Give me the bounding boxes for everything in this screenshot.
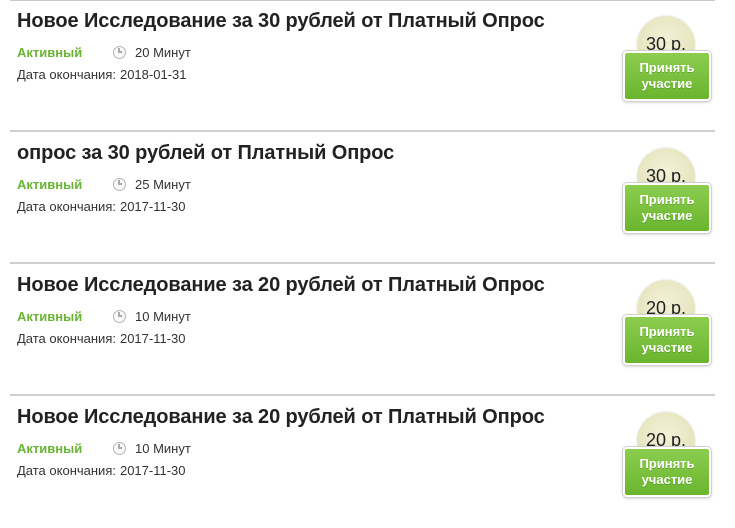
end-date: Дата окончания: 2017-11-30 [17, 463, 186, 478]
join-button-label-line1: Принять [639, 192, 695, 207]
status-badge: Активный [17, 308, 83, 324]
survey-item: Новое Исследование за 20 рублей от Платн… [10, 396, 715, 528]
end-date: Дата окончания: 2017-11-30 [17, 331, 186, 346]
end-date: Дата окончания: 2018-01-31 [17, 67, 186, 82]
survey-duration: 10 Минут [135, 440, 191, 456]
clock-icon [113, 309, 126, 323]
end-date-label: Дата окончания: [17, 331, 116, 346]
survey-item: Новое Исследование за 30 рублей от Платн… [10, 0, 715, 132]
survey-duration: 25 Минут [135, 176, 191, 192]
end-date-value: 2018-01-31 [119, 67, 187, 82]
survey-meta: Активный 25 Минут [17, 176, 191, 192]
survey-duration: 20 Минут [135, 44, 191, 60]
end-date: Дата окончания: 2017-11-30 [17, 199, 186, 214]
survey-duration: 10 Минут [135, 308, 191, 324]
join-button-label-line1: Принять [639, 324, 695, 339]
end-date-value: 2017-11-30 [119, 331, 186, 346]
end-date-label: Дата окончания: [17, 67, 116, 82]
end-date-label: Дата окончания: [17, 199, 116, 214]
survey-meta: Активный 10 Минут [17, 440, 191, 456]
survey-title[interactable]: Новое Исследование за 20 рублей от Платн… [17, 274, 545, 297]
end-date-value: 2017-11-30 [119, 199, 186, 214]
join-survey-button[interactable]: Принять участие [623, 51, 711, 101]
survey-item: Новое Исследование за 20 рублей от Платн… [10, 264, 715, 396]
join-survey-button[interactable]: Принять участие [623, 183, 711, 233]
survey-meta: Активный 20 Минут [17, 44, 191, 60]
status-badge: Активный [17, 440, 83, 456]
end-date-value: 2017-11-30 [119, 463, 186, 478]
status-badge: Активный [17, 44, 83, 60]
join-survey-button[interactable]: Принять участие [623, 315, 711, 365]
survey-meta: Активный 10 Минут [17, 308, 191, 324]
join-button-label-line2: участие [641, 76, 693, 91]
join-button-label-line2: участие [641, 472, 693, 487]
join-button-label-line2: участие [641, 208, 693, 223]
survey-title[interactable]: Новое Исследование за 30 рублей от Платн… [17, 10, 545, 33]
survey-title[interactable]: опрос за 30 рублей от Платный Опрос [17, 142, 394, 165]
join-button-label-line2: участие [641, 340, 693, 355]
clock-icon [113, 45, 126, 59]
clock-icon [113, 441, 126, 455]
join-button-label-line1: Принять [639, 60, 695, 75]
join-button-label-line1: Принять [639, 456, 695, 471]
status-badge: Активный [17, 176, 83, 192]
clock-icon [113, 177, 126, 191]
join-survey-button[interactable]: Принять участие [623, 447, 711, 497]
survey-item: опрос за 30 рублей от Платный Опрос Акти… [10, 132, 715, 264]
end-date-label: Дата окончания: [17, 463, 116, 478]
survey-title[interactable]: Новое Исследование за 20 рублей от Платн… [17, 406, 545, 429]
